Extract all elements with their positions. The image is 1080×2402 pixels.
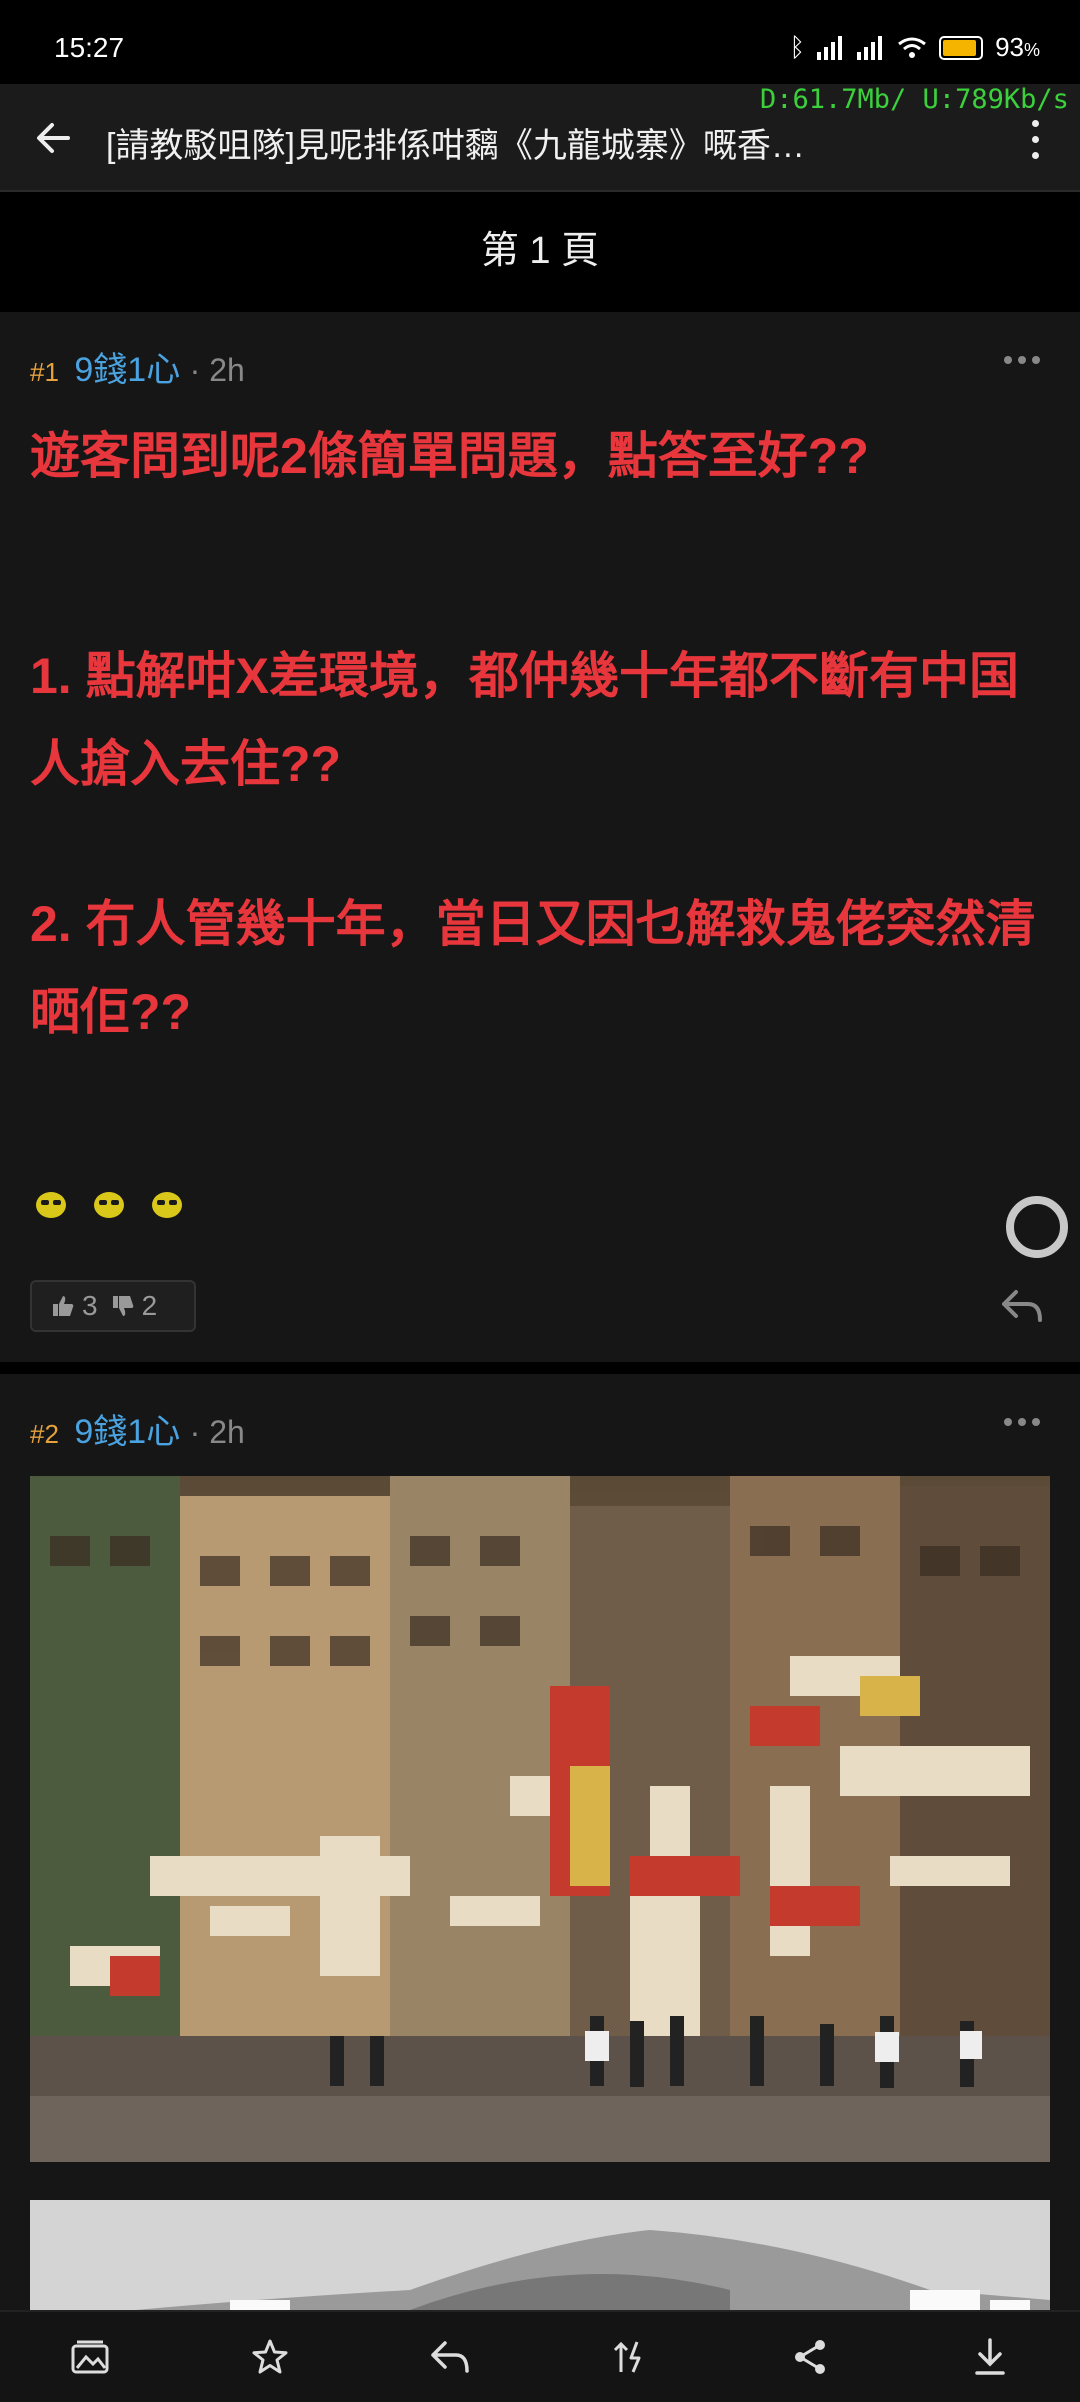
battery-fill	[943, 39, 977, 56]
arrow-left-icon	[37, 123, 70, 153]
post-number: #2	[30, 1419, 59, 1449]
sort-icon[interactable]	[606, 2333, 654, 2381]
emoji-icon	[36, 1192, 66, 1218]
image-icon[interactable]	[66, 2333, 114, 2381]
status-bar: 15:27 ᛒ 93%	[0, 0, 1080, 84]
battery-percent: 93%	[995, 32, 1040, 62]
battery-icon	[939, 35, 984, 60]
post-spacer	[30, 588, 1050, 632]
post-card: #2 9錢1心 · 2h	[0, 1374, 1080, 2310]
post-line: 遊客問到呢2條簡單問題，點答至好??	[30, 428, 869, 484]
post-card: #1 9錢1心 · 2h 遊客問到呢2條簡單問題，點答至好?? 1. 點解咁X差…	[0, 312, 1080, 1362]
thumbs-down-icon	[112, 1296, 133, 1316]
post-header: #2 9錢1心 · 2h	[30, 1404, 245, 1453]
post-time: · 2h	[189, 1414, 245, 1450]
emoji-icon	[94, 1192, 124, 1218]
status-time: 15:27	[54, 32, 125, 63]
status-icons: ᛒ 93%	[789, 32, 1040, 63]
thumbs-up-icon	[53, 1296, 74, 1316]
post-more-icon[interactable]	[1004, 356, 1044, 368]
dislike-button[interactable]: 2	[112, 1290, 158, 1322]
network-speed-overlay: D:61.7Mb/ U:789Kb/s	[760, 84, 1069, 115]
wifi-icon	[898, 37, 926, 58]
vote-box: 3 2	[30, 1280, 196, 1332]
post-spacer	[30, 500, 1050, 588]
post-header: #1 9錢1心 · 2h	[30, 342, 245, 391]
post-username[interactable]: 9錢1心	[74, 351, 180, 389]
post-time: · 2h	[189, 352, 245, 388]
emoji-icon	[152, 1192, 182, 1218]
reply-icon[interactable]	[426, 2333, 474, 2381]
cell-signal-icon	[817, 35, 845, 60]
post-line: 2. 冇人管幾十年，當日又因乜解救鬼佬突然清晒佢??	[30, 896, 1036, 1040]
page-banner: 第 1 頁	[0, 192, 1080, 310]
more-vertical-icon[interactable]	[1020, 118, 1050, 162]
post-photo[interactable]	[30, 2200, 1050, 2310]
scroll-handle[interactable]	[1006, 1196, 1068, 1258]
dislike-count: 2	[141, 1290, 158, 1321]
post-spacer	[30, 808, 1050, 880]
download-icon[interactable]	[966, 2333, 1014, 2381]
like-count: 3	[82, 1290, 98, 1321]
post-number: #1	[30, 357, 59, 387]
share-icon[interactable]	[786, 2333, 834, 2381]
emoji-row	[36, 1192, 182, 1218]
bluetooth-icon: ᛒ	[789, 32, 806, 62]
cell-signal-2-icon	[857, 35, 885, 60]
post-photo[interactable]	[30, 1476, 1050, 2162]
post-username[interactable]: 9錢1心	[74, 1413, 180, 1451]
reply-icon[interactable]	[1000, 1288, 1044, 1324]
thread-title: [請教駁咀隊]見呢排係咁黐《九龍城寨》嘅香…	[106, 127, 805, 165]
post-more-icon[interactable]	[1004, 1418, 1044, 1430]
back-button[interactable]	[28, 112, 80, 164]
page-label: 第 1 頁	[480, 230, 600, 272]
post-body: 遊客問到呢2條簡單問題，點答至好?? 1. 點解咁X差環境，都仲幾十年都不斷有中…	[30, 412, 1050, 1056]
star-icon[interactable]	[246, 2333, 294, 2381]
bottom-action-bar	[0, 2310, 1080, 2402]
like-button[interactable]: 3	[52, 1290, 98, 1322]
post-line: 1. 點解咁X差環境，都仲幾十年都不斷有中国人搶入去住??	[30, 648, 1019, 792]
